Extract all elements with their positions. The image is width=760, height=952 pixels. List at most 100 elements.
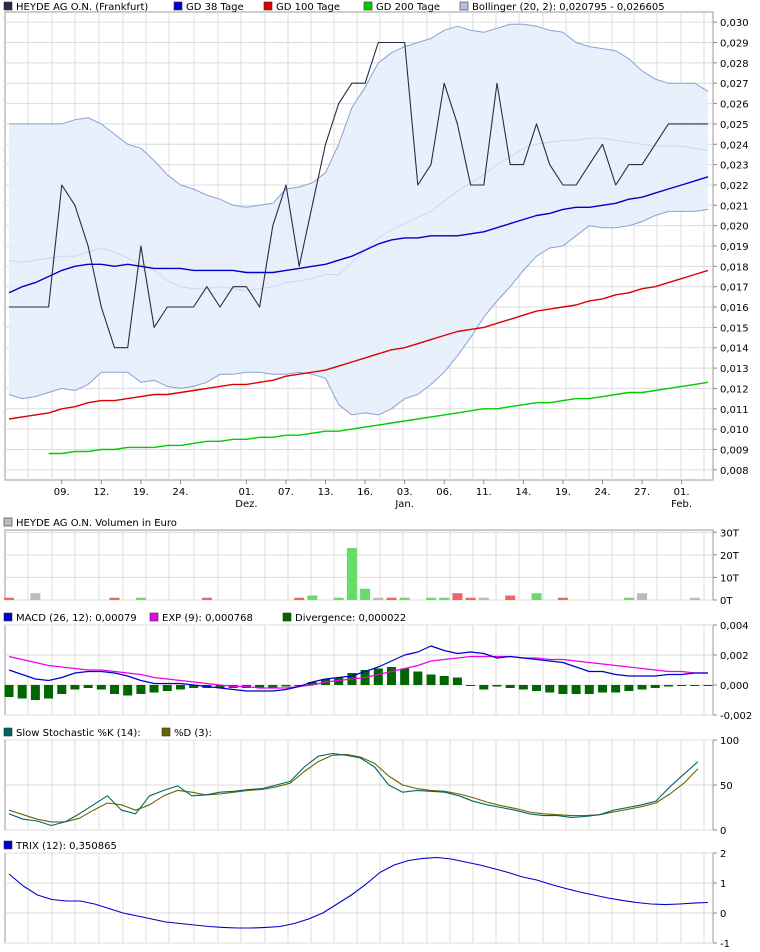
x-tick-label: 06. xyxy=(436,487,452,498)
price-axis-tick-label: 0,028 xyxy=(720,59,749,70)
volume-bar xyxy=(452,593,463,600)
divergence-legend-item-swatch xyxy=(282,612,292,622)
macd-axis-tick-label: 0,000 xyxy=(720,681,749,692)
divergence-bar xyxy=(175,685,185,690)
x-tick-label: 12. xyxy=(93,487,109,498)
divergence-bar xyxy=(17,685,27,699)
price-axis-tick-label: 0,016 xyxy=(720,303,749,314)
volume-bar xyxy=(294,597,305,600)
divergence-bar xyxy=(545,685,555,693)
legend-item: HEYDE AG O.N. (Frankfurt) xyxy=(16,2,148,13)
macd-panel-frame xyxy=(4,624,714,716)
divergence-bar xyxy=(663,685,673,687)
x-tick-label: 27. xyxy=(634,487,650,498)
volume-axis-tick-label: 0T xyxy=(720,596,733,607)
price-axis-tick-label: 0,019 xyxy=(720,242,749,253)
divergence-bar xyxy=(571,685,581,694)
price-axis-tick-label: 0,018 xyxy=(720,262,749,273)
stoch-k-legend-item-swatch xyxy=(3,727,13,737)
price-axis-tick-label: 0,030 xyxy=(720,18,749,29)
divergence-bar xyxy=(70,685,80,690)
x-tick-label: 07. xyxy=(278,487,294,498)
divergence-bar xyxy=(677,685,687,686)
divergence-legend-item: Divergence: 0,000022 xyxy=(295,613,406,624)
x-tick-label: 03. xyxy=(397,487,413,498)
x-tick-label: 11. xyxy=(476,487,492,498)
macd-legend-item-swatch xyxy=(3,612,13,622)
macd-legend-item: MACD (26, 12): 0,00079 xyxy=(16,613,137,624)
price-axis-tick-label: 0,012 xyxy=(720,384,749,395)
stoch-d-legend-item-swatch xyxy=(161,727,171,737)
price-axis-tick-label: 0,024 xyxy=(720,140,749,151)
price-axis-tick-label: 0,022 xyxy=(720,181,749,192)
divergence-bar xyxy=(413,671,423,685)
price-axis-tick-label: 0,014 xyxy=(720,344,749,355)
trix-axis-tick-label: 2 xyxy=(720,849,726,860)
price-axis-tick-label: 0,021 xyxy=(720,201,749,212)
divergence-bar xyxy=(162,685,172,691)
divergence-bar xyxy=(492,685,502,687)
macd-axis-tick-label: -0,002 xyxy=(720,711,752,722)
volume-bar xyxy=(637,593,648,600)
divergence-bar xyxy=(57,685,67,694)
trix-legend-item-swatch xyxy=(3,840,13,850)
divergence-bar xyxy=(400,668,410,685)
volume-bar xyxy=(465,597,476,600)
divergence-bar xyxy=(439,676,449,685)
x-tick-month-label: Feb. xyxy=(671,499,692,510)
stochastic-axis-tick-label: 50 xyxy=(720,781,733,792)
volume-bar xyxy=(109,597,120,600)
volume-bar xyxy=(505,595,516,600)
legend-item-swatch xyxy=(173,1,183,11)
divergence-bar xyxy=(584,685,594,694)
price-axis-tick-label: 0,015 xyxy=(720,323,749,334)
divergence-bar xyxy=(479,685,489,690)
price-axis-tick-label: 0,025 xyxy=(720,120,749,131)
divergence-bar xyxy=(96,685,106,690)
x-tick-label: 01. xyxy=(238,487,254,498)
price-axis-tick-label: 0,008 xyxy=(720,466,749,477)
volume-bar xyxy=(399,597,410,600)
divergence-bar xyxy=(149,685,159,693)
x-tick-month-label: Dez. xyxy=(235,499,257,510)
divergence-bar xyxy=(83,685,93,688)
price-axis-tick-label: 0,026 xyxy=(720,100,749,111)
divergence-bar xyxy=(505,685,515,688)
stock-chart: 0,008 0,009 0,010 0,011 0,012 0,013 0,014 0,015… xyxy=(3,1,752,950)
price-axis-tick-label: 0,013 xyxy=(720,364,749,375)
volume-bar xyxy=(333,597,344,600)
divergence-bar xyxy=(110,685,120,694)
volume-bar xyxy=(201,597,212,600)
macd-axis-tick-label: 0,002 xyxy=(720,651,749,662)
divergence-bar xyxy=(386,667,396,685)
stoch-d-legend-item: %D (3): xyxy=(174,728,212,739)
volume-title-swatch xyxy=(3,517,13,527)
volume-bar xyxy=(373,597,384,600)
legend-item-swatch xyxy=(363,1,373,11)
stoch-k-legend-item: Slow Stochastic %K (14): xyxy=(16,728,141,739)
trix-axis-tick-label: 0 xyxy=(720,909,726,920)
divergence-bar xyxy=(597,685,607,693)
stochastic-axis-tick-label: 100 xyxy=(720,736,739,747)
divergence-bar xyxy=(650,685,660,688)
divergence-bar xyxy=(518,685,528,690)
volume-bar xyxy=(531,593,542,600)
x-tick-label: 24. xyxy=(595,487,611,498)
price-axis-tick-label: 0,011 xyxy=(720,405,749,416)
divergence-bar xyxy=(624,685,634,691)
stochastic-axis-tick-label: 0 xyxy=(720,826,726,837)
price-axis-tick-label: 0,010 xyxy=(720,425,749,436)
divergence-bar xyxy=(466,685,476,686)
divergence-bar xyxy=(373,668,383,685)
price-axis-tick-label: 0,023 xyxy=(720,161,749,172)
divergence-bar xyxy=(637,685,647,690)
exp-legend-item-swatch xyxy=(149,612,159,622)
divergence-bar xyxy=(558,685,568,694)
price-axis-tick-label: 0,020 xyxy=(720,222,749,233)
divergence-bar xyxy=(123,685,133,696)
x-tick-label: 24. xyxy=(172,487,188,498)
volume-bar xyxy=(689,597,700,600)
divergence-bar xyxy=(30,685,40,700)
x-tick-label: 09. xyxy=(54,487,70,498)
volume-axis-tick-label: 10T xyxy=(720,573,740,584)
